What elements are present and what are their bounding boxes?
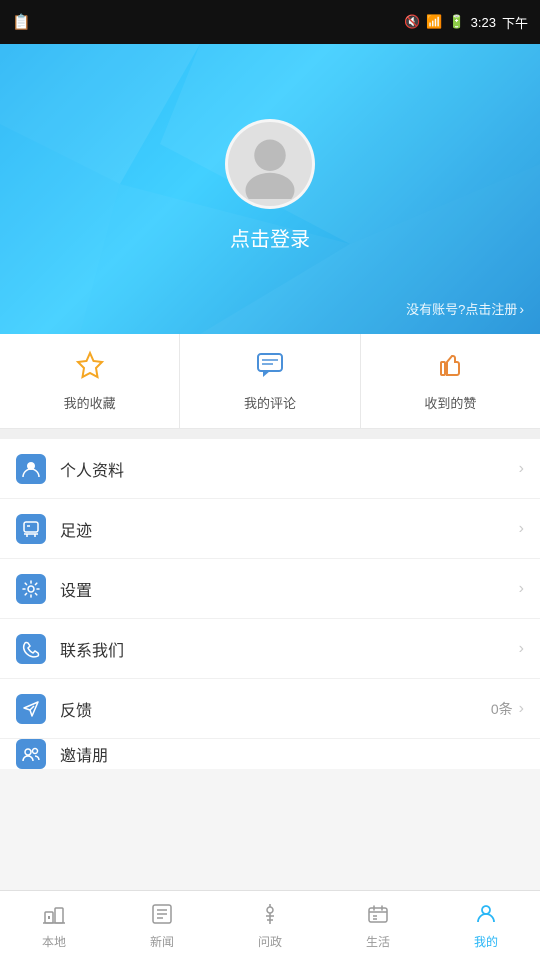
mute-icon: 🔇 [404,14,420,30]
tab-mine[interactable]: 我的 [432,891,540,960]
battery-icon: 🔋 [448,14,464,30]
menu-list: 个人资料 › 足迹 › 设置 › [0,439,540,769]
menu-item-invite-partial[interactable]: 邀请朋 [0,739,540,769]
feedback-icon-box [16,694,46,724]
news-icon [150,902,174,930]
feedback-chevron: › [519,700,524,718]
comment-icon [255,350,285,387]
menu-item-contact[interactable]: 联系我们 › [0,619,540,679]
profile-chevron: › [519,460,524,478]
wifi-icon: 📶 [426,14,442,30]
contact-chevron: › [519,640,524,658]
tab-mine-label: 我的 [474,933,498,950]
notification-icon: 📋 [12,13,31,31]
register-text: 没有账号?点击注册 [406,299,517,318]
footprint-icon-box [16,514,46,544]
footprint-menu-label: 足迹 [60,517,519,541]
feedback-badge: 0条 [491,699,513,719]
menu-item-profile[interactable]: 个人资料 › [0,439,540,499]
tab-governance-label: 问政 [258,933,282,950]
star-icon [75,350,105,387]
tab-life-label: 生活 [366,933,390,950]
profile-menu-label: 个人资料 [60,457,519,481]
likes-label: 收到的赞 [424,393,476,412]
avatar[interactable] [225,119,315,209]
register-chevron: › [519,301,524,317]
thumbup-icon [435,350,465,387]
favorites-label: 我的收藏 [64,393,116,412]
feedback-menu-label: 反馈 [60,697,491,721]
local-icon [42,902,66,930]
tab-bar: 本地 新闻 问政 [0,890,540,960]
avatar-icon [235,129,305,199]
settings-icon-box [16,574,46,604]
login-text[interactable]: 点击登录 [230,223,310,252]
section-divider [0,429,540,439]
profile-header[interactable]: 点击登录 没有账号?点击注册 › [0,44,540,334]
settings-menu-label: 设置 [60,577,519,601]
tab-governance[interactable]: 问政 [216,891,324,960]
period-display: 下午 [502,13,528,32]
mine-icon [474,902,498,930]
status-bar: 📋 🔇 📶 🔋 3:23 下午 [0,0,540,44]
comments-label: 我的评论 [244,393,296,412]
invite-menu-label: 邀请朋 [60,742,524,766]
quick-action-likes[interactable]: 收到的赞 [361,334,540,428]
profile-icon-box [16,454,46,484]
footprint-chevron: › [519,520,524,538]
tab-local[interactable]: 本地 [0,891,108,960]
quick-actions-bar: 我的收藏 我的评论 收到的赞 [0,334,540,429]
time-display: 3:23 [471,15,496,30]
tab-local-label: 本地 [42,933,66,950]
tab-news[interactable]: 新闻 [108,891,216,960]
contact-icon-box [16,634,46,664]
governance-icon [258,902,282,930]
contact-menu-label: 联系我们 [60,637,519,661]
settings-chevron: › [519,580,524,598]
quick-action-comments[interactable]: 我的评论 [180,334,360,428]
menu-item-footprint[interactable]: 足迹 › [0,499,540,559]
menu-item-settings[interactable]: 设置 › [0,559,540,619]
register-link[interactable]: 没有账号?点击注册 › [406,299,524,318]
quick-action-favorites[interactable]: 我的收藏 [0,334,180,428]
status-right: 🔇 📶 🔋 3:23 下午 [404,13,528,32]
tab-life[interactable]: 生活 [324,891,432,960]
menu-item-feedback[interactable]: 反馈 0条 › [0,679,540,739]
invite-icon-box [16,739,46,769]
status-left: 📋 [12,13,31,31]
life-icon [366,902,390,930]
tab-news-label: 新闻 [150,933,174,950]
